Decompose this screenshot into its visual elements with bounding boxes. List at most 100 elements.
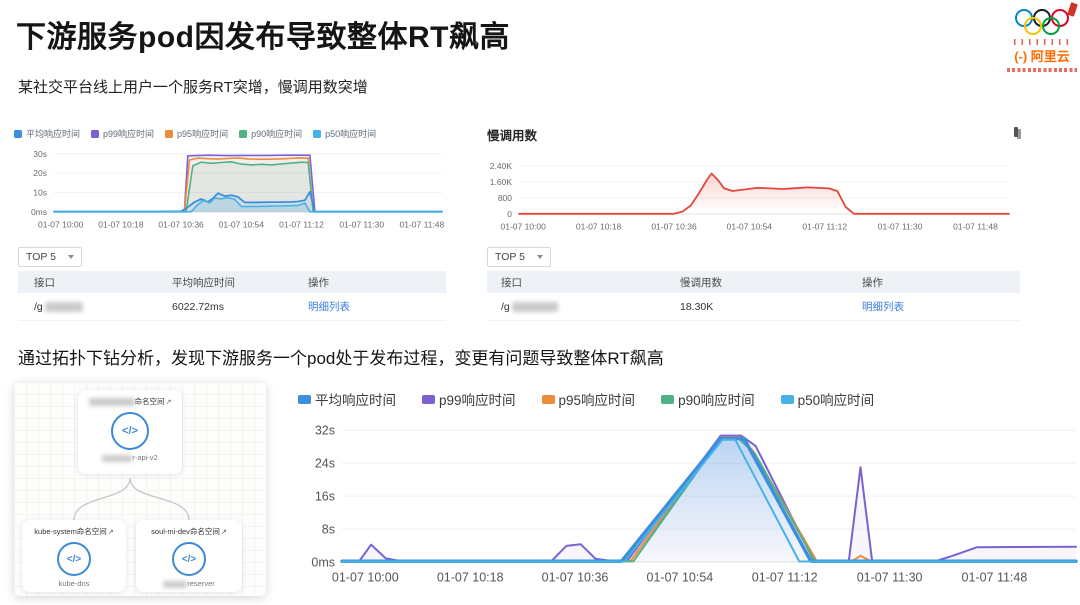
external-link-icon[interactable]: ↗ [221,529,227,536]
legend-marker [298,394,311,404]
svg-text:01-07 10:00: 01-07 10:00 [332,571,399,585]
slow-calls-chart[interactable]: 0 800 1.60K 2.40K 01-07 10:00 01-07 10:18 01-0… [485,154,1017,234]
action-cell: 明细列表 [862,299,1012,314]
svg-text:2.40K: 2.40K [490,161,513,171]
svg-text:01-07 10:18: 01-07 10:18 [437,571,504,585]
svg-text:01-07 11:12: 01-07 11:12 [279,220,324,230]
col-action: 操作 [862,276,883,289]
service-name-suffix: reserver [187,579,215,588]
slow-calls-cell: 18.30K [680,300,714,313]
svg-text:8s: 8s [322,522,335,536]
topology-node-kube-system[interactable]: kube-system命名空间↗ </> kube-dns [22,520,126,592]
action-cell: 明细列表 [308,299,428,314]
legend-label: p50响应时间 [797,393,875,408]
node-title: soul-mi-dev命名空间↗ [139,526,239,537]
svg-text:01-07 11:30: 01-07 11:30 [339,220,384,230]
legend-item-p90[interactable]: p90响应时间 [239,127,302,140]
legend-label: p90响应时间 [678,393,755,408]
svg-text:01-07 11:48: 01-07 11:48 [400,220,445,230]
legend-item-p90[interactable]: p90响应时间 [661,389,755,409]
legend-marker [239,129,248,138]
detail-list-link[interactable]: 明细列表 [308,299,350,314]
legend-marker [422,394,435,404]
legend-label: p90响应时间 [251,129,303,139]
external-link-icon[interactable]: ↗ [166,399,172,406]
section-heading: 通过拓扑下钻分析，发现下游服务一个pod处于发布过程，变更有问题导致整体RT飙高 [18,349,664,368]
rt-overview-legend: 平均响应时间 p99响应时间 p95响应时间 p90响应时间 p50响应时间 [14,127,376,140]
namespace-redacted [88,398,135,407]
legend-item-p95[interactable]: p95响应时间 [165,127,228,140]
svg-text:01-07 10:18: 01-07 10:18 [98,220,144,230]
legend-item-avg[interactable]: 平均响应时间 [298,389,396,409]
col-interface: 接口 [34,276,55,289]
legend-item-avg[interactable]: 平均响应时间 [14,127,80,140]
alibaba-cloud-olympic-logo: (-) 阿里云 [998,9,1080,72]
svg-text:800: 800 [498,193,512,203]
rt-top-table: 接口 平均响应时间 操作 /g 6022.72ms 明细列表 [18,271,446,321]
svg-text:01-07 10:00: 01-07 10:00 [501,222,547,232]
svg-text:01-07 10:00: 01-07 10:00 [38,220,84,230]
rt-detail-legend: 平均响应时间 p99响应时间 p95响应时间 p90响应时间 p50响应时间 [298,389,874,409]
col-avg-rt: 平均响应时间 [172,276,235,289]
topology-node-root[interactable]: 命名空间↗ </> r-api-v2 [78,390,182,474]
svg-text:32s: 32s [315,424,335,438]
legend-marker [91,129,100,138]
node-title: 命名空间↗ [81,396,179,407]
svg-text:0ms: 0ms [31,207,47,217]
topology-node-soul-mi-dev[interactable]: soul-mi-dev命名空间↗ </> reserver [136,520,242,592]
interface-prefix: /g [501,300,510,313]
external-link-icon[interactable]: ↗ [108,529,114,536]
legend-item-p50[interactable]: p50响应时间 [313,127,376,140]
page-title: 下游服务pod因发布导致整体RT飙高 [16,21,510,54]
svg-text:01-07 11:48: 01-07 11:48 [962,571,1028,585]
top-n-select-right[interactable]: TOP 5 [487,247,551,267]
service-name-suffix: r-api-v2 [132,453,158,462]
interface-cell: /g [487,301,677,313]
ring-yellow [1024,17,1042,35]
svg-text:01-07 10:36: 01-07 10:36 [158,220,204,230]
col-slow-calls: 慢调用数 [680,276,722,289]
svg-text:01-07 10:36: 01-07 10:36 [651,222,697,232]
interface-redacted [44,301,83,312]
svg-text:16s: 16s [315,490,335,504]
node-title: kube-system命名空间↗ [25,526,123,537]
rt-detail-chart[interactable]: 0ms 8s 16s 24s 32s 01-07 10:00 01-07 10:18 01-0… [290,414,1080,600]
svg-text:0: 0 [507,209,512,219]
table-row: /g 18.30K 明细列表 [487,293,1020,321]
ring-green [1042,17,1060,35]
svg-text:01-07 11:12: 01-07 11:12 [802,222,847,232]
legend-marker [541,394,555,404]
topology-panel[interactable]: 命名空间↗ </> r-api-v2 kube-system命名空间↗ </> … [14,382,266,596]
service-code-icon: </> [57,542,91,576]
service-name-redacted [102,454,133,462]
legend-item-p95[interactable]: p95响应时间 [541,389,636,409]
svg-text:01-07 10:54: 01-07 10:54 [727,222,773,232]
svg-text:01-07 11:48: 01-07 11:48 [953,222,998,232]
top-n-select-left[interactable]: TOP 5 [18,247,82,267]
service-code-icon: </> [111,412,149,450]
legend-label: 平均响应时间 [315,393,396,408]
legend-label: p99响应时间 [103,129,155,139]
legend-label: p95响应时间 [558,393,636,408]
legend-marker [14,129,22,138]
svg-text:01-07 11:30: 01-07 11:30 [878,222,923,232]
interface-cell: /g [18,301,168,313]
svg-text:1.60K: 1.60K [490,177,513,187]
namespace-label: kube-system命名空间 [34,527,107,536]
svg-text:30s: 30s [33,149,47,159]
olympic-rings-icon [1015,9,1069,36]
svg-text:0ms: 0ms [311,555,335,569]
legend-item-p99[interactable]: p99响应时间 [422,389,516,409]
logo-rays-decoration [1014,39,1070,45]
chevron-down-icon [537,255,543,259]
svg-text:01-07 11:12: 01-07 11:12 [752,571,818,585]
legend-label: p99响应时间 [439,393,516,408]
select-value: TOP 5 [26,251,56,263]
legend-item-p99[interactable]: p99响应时间 [91,127,154,140]
legend-item-p50[interactable]: p50响应时间 [780,389,875,409]
detail-list-link[interactable]: 明细列表 [862,299,904,314]
svg-text:01-07 10:18: 01-07 10:18 [576,222,622,232]
rt-overview-chart[interactable]: 0ms 10s 20s 30s 01-07 10:00 01-07 10:18 01-07 … [14,142,446,234]
chevron-down-icon [68,255,74,259]
legend-label: p50响应时间 [325,129,377,139]
